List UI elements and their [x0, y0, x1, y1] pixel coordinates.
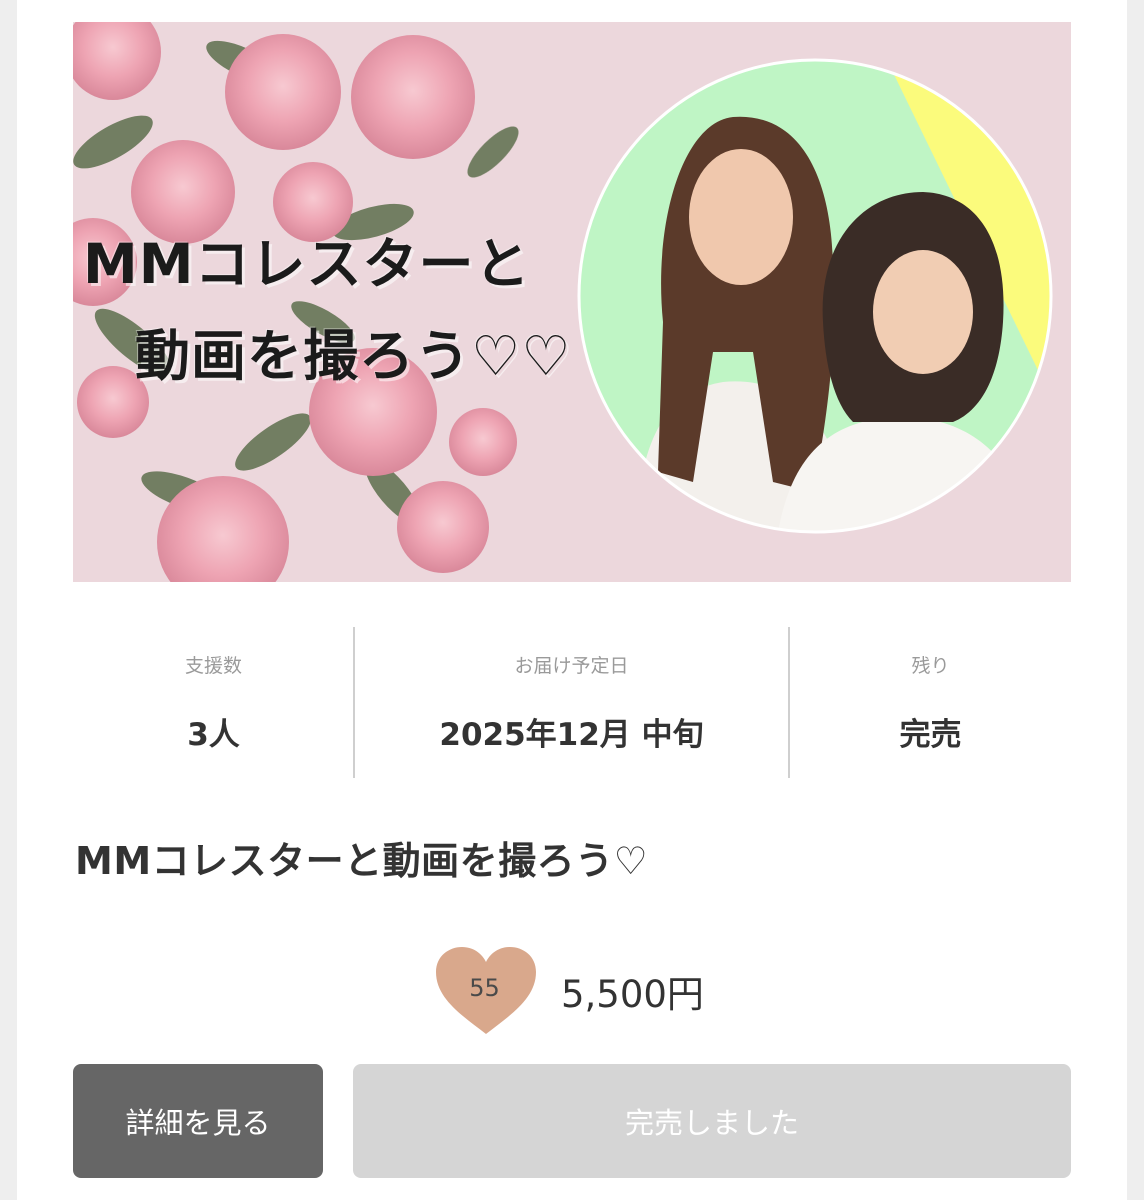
stat-supporters-label: 支援数 — [184, 655, 242, 677]
stat-delivery: お届け予定日 2025年12月 中旬 — [355, 627, 788, 778]
stats-panel: 支援数 3人 お届け予定日 2025年12月 中旬 残り 完売 — [73, 627, 1071, 778]
stat-delivery-value: 2025年12月 中旬 — [439, 717, 704, 753]
banner-title-line2: 動画を撮ろう♡♡ — [135, 324, 572, 388]
right-frame-edge — [1127, 0, 1144, 1200]
stat-supporters: 支援数 3人 — [73, 627, 354, 778]
stat-supporters-value: 3人 — [187, 717, 240, 753]
banner-title: MMコレスターと 動画を撮ろう♡♡ — [83, 218, 572, 402]
stat-remaining-value: 完売 — [899, 717, 962, 753]
item-title: MMコレスターと動画を撮ろう♡ — [75, 839, 649, 883]
price-row: 55 5,500円 — [433, 944, 753, 1036]
sold-out-button[interactable]: 完売しました — [353, 1064, 1071, 1178]
left-frame-edge — [0, 0, 17, 1200]
banner-title-line1: MMコレスターと — [83, 232, 531, 296]
item-price: 5,500円 — [561, 973, 704, 1016]
hero-banner[interactable]: MMコレスターと 動画を撮ろう♡♡ — [73, 22, 1071, 582]
view-details-button[interactable]: 詳細を見る — [73, 1064, 323, 1178]
stat-remaining-label: 残り — [911, 655, 950, 677]
heart-count: 55 — [469, 974, 500, 1002]
stat-remaining: 残り 完売 — [790, 627, 1071, 778]
stat-delivery-label: お届け予定日 — [514, 655, 629, 677]
